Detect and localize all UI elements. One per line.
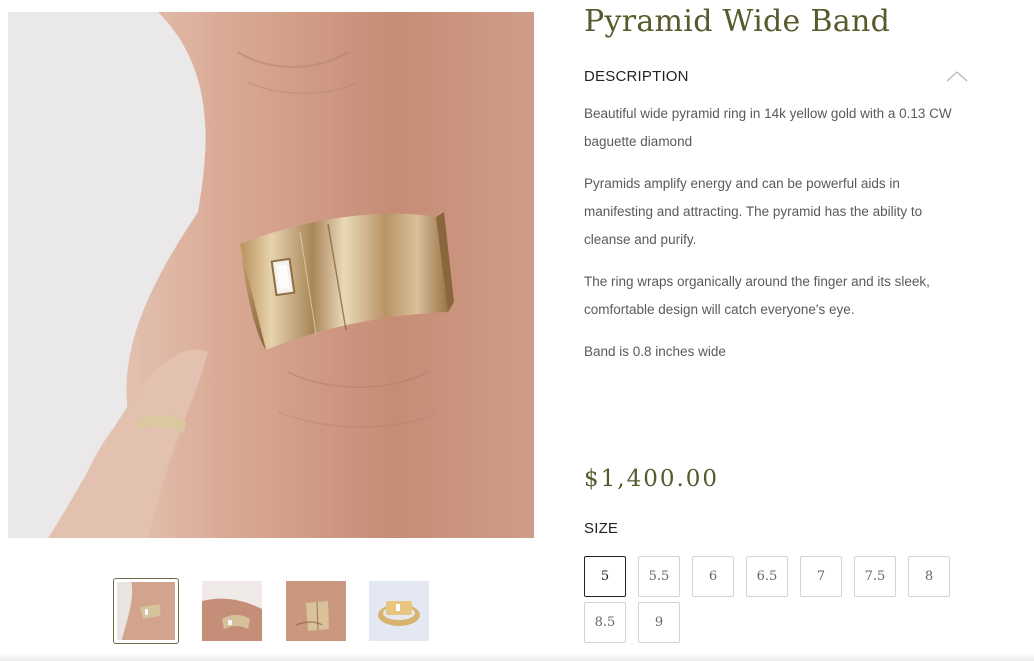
description-paragraph: Band is 0.8 inches wide [584, 344, 726, 359]
size-option-9[interactable]: 9 [638, 602, 680, 643]
ring-on-hand-photo [8, 12, 534, 538]
size-label: SIZE [584, 520, 619, 537]
description-accordion-toggle[interactable]: DESCRIPTION [584, 64, 968, 88]
product-title: Pyramid Wide Band [584, 4, 891, 39]
main-product-image[interactable] [8, 12, 534, 538]
thumbnail-4[interactable] [369, 581, 429, 641]
chevron-up-icon [946, 71, 968, 82]
description-paragraph: Beautiful wide pyramid ring in 14k yello… [584, 106, 952, 149]
size-option-6-5[interactable]: 6.5 [746, 556, 788, 597]
size-option-8-5[interactable]: 8.5 [584, 602, 626, 643]
description-heading: DESCRIPTION [584, 67, 689, 85]
thumbnail-2-image [202, 581, 262, 641]
size-option-7[interactable]: 7 [800, 556, 842, 597]
thumbnail-strip [113, 578, 443, 644]
size-option-6[interactable]: 6 [692, 556, 734, 597]
product-price: $1,400.00 [584, 466, 720, 492]
thumbnail-1[interactable] [113, 578, 179, 644]
size-option-7-5[interactable]: 7.5 [854, 556, 896, 597]
description-paragraph: The ring wraps organically around the fi… [584, 274, 930, 317]
thumbnail-3[interactable] [286, 581, 346, 641]
description-paragraph: Pyramids amplify energy and can be power… [584, 176, 923, 247]
thumbnail-3-image [286, 581, 346, 641]
size-option-5-5[interactable]: 5.5 [638, 556, 680, 597]
description-body: Beautiful wide pyramid ring in 14k yello… [584, 100, 954, 380]
product-page: Pyramid Wide Band DESCRIPTION Beautiful … [0, 0, 1034, 661]
bottom-shadow [0, 653, 1034, 661]
size-option-5[interactable]: 5 [584, 556, 626, 597]
thumbnail-4-image [369, 581, 429, 641]
thumbnail-2[interactable] [202, 581, 262, 641]
thumbnail-1-image [117, 582, 175, 640]
size-option-8[interactable]: 8 [908, 556, 950, 597]
